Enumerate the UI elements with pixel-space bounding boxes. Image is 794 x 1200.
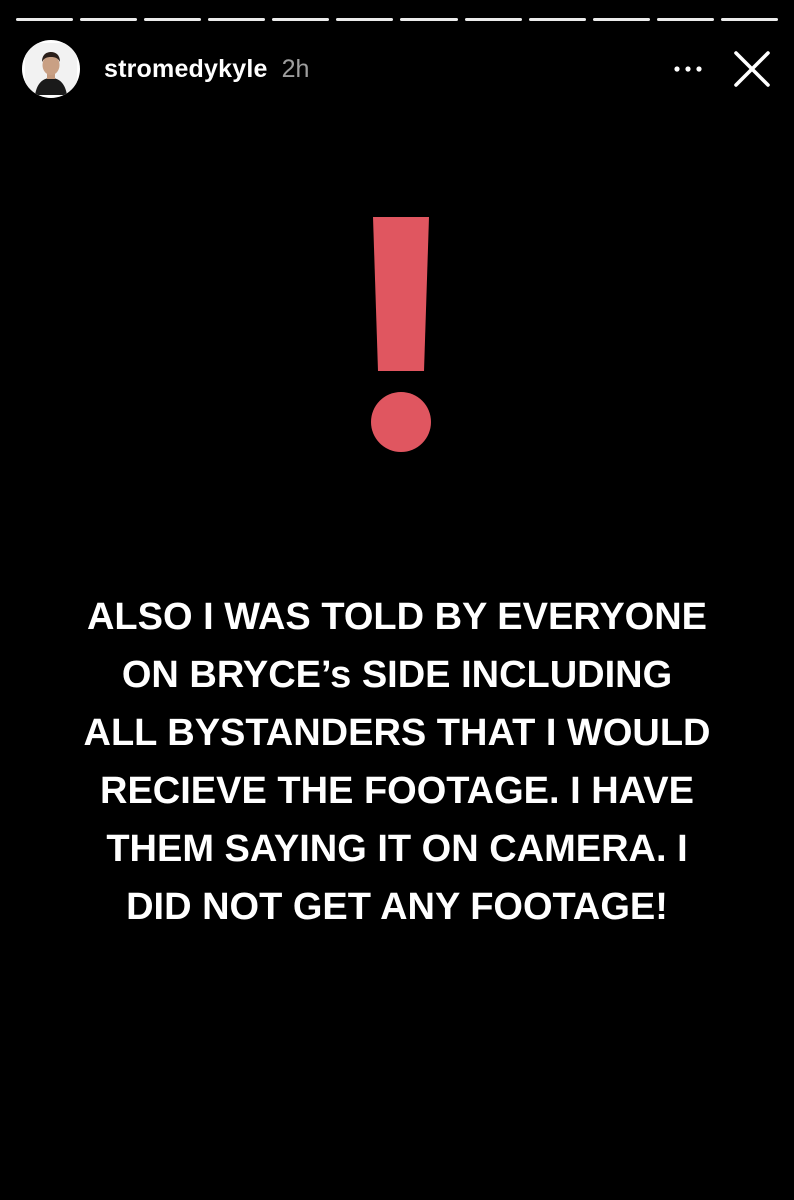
story-progress-bar: [16, 18, 778, 22]
progress-segment: [656, 18, 714, 21]
profile-photo: [25, 43, 77, 95]
story-text: ALSO I WAS TOLD BY EVERYONE ON BRYCE’s S…: [0, 588, 794, 936]
progress-segment: [16, 18, 74, 21]
progress-segment: [336, 18, 394, 21]
close-button[interactable]: [726, 43, 778, 95]
story-text-line: ON BRYCE’s SIDE INCLUDING: [121, 654, 673, 696]
story-text-line: ALL BYSTANDERS THAT I WOULD: [83, 712, 711, 754]
avatar[interactable]: [22, 40, 80, 98]
progress-segment: [80, 18, 138, 21]
story-text-line: DID NOT GET ANY FOOTAGE!: [126, 886, 668, 928]
progress-segment: [208, 18, 266, 21]
story-text-line: THEM SAYING IT ON CAMERA. I: [106, 828, 688, 870]
story-text-line: RECIEVE THE FOOTAGE. I HAVE: [100, 770, 694, 812]
progress-segment: [592, 18, 650, 21]
timestamp: 2h: [281, 54, 310, 83]
progress-segment: [720, 18, 778, 21]
username[interactable]: stromedykyle: [104, 55, 268, 84]
exclamation-icon: [371, 217, 431, 452]
progress-segment: [528, 18, 586, 21]
close-icon: [734, 51, 770, 87]
story-text-line: ALSO I WAS TOLD BY EVERYONE: [86, 596, 708, 638]
story-header: stromedykyle 2h: [22, 38, 778, 100]
progress-segment: [400, 18, 458, 21]
more-horizontal-icon: [674, 66, 702, 72]
more-options-button[interactable]: [664, 45, 712, 93]
progress-segment: [144, 18, 202, 21]
progress-segment: [464, 18, 522, 21]
progress-segment: [272, 18, 330, 21]
